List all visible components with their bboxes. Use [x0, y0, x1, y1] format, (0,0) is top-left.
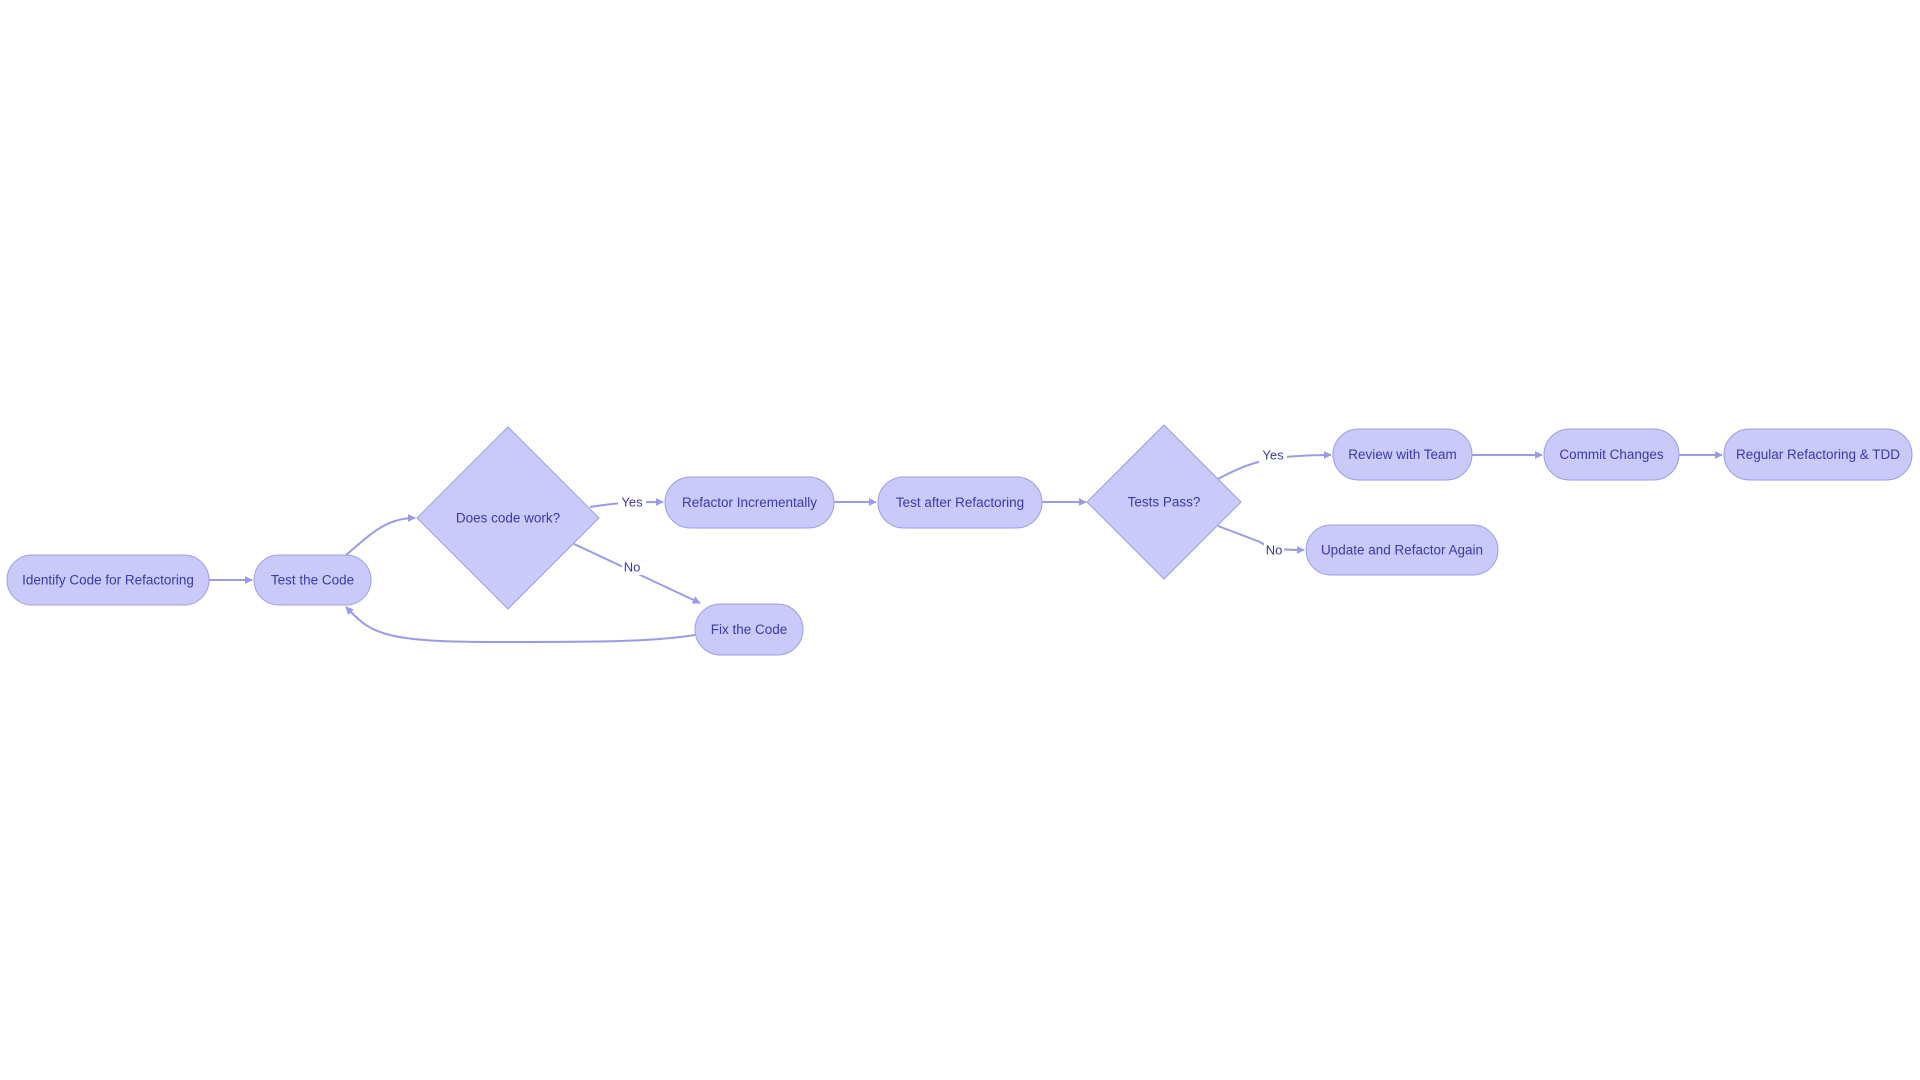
node-testafter[interactable]: Test after Refactoring [877, 476, 1043, 529]
flowchart-canvas: Identify Code for Refactoring Test the Co… [6, 424, 1913, 656]
node-pass[interactable]: Tests Pass? [1086, 424, 1242, 580]
edge-pass-to-update [1217, 525, 1305, 554]
edge-label-no: No [1266, 543, 1283, 558]
node-label: Refactor Incrementally [682, 495, 817, 510]
node-label: Review with Team [1348, 447, 1457, 462]
node-works[interactable]: Does code work? [416, 426, 600, 610]
edge-label-yes: Yes [1262, 448, 1284, 463]
nodes-layer: Identify Code for Refactoring Test the Co… [6, 424, 1913, 656]
node-fix[interactable]: Fix the Code [694, 603, 804, 656]
node-regular[interactable]: Regular Refactoring & TDD [1723, 428, 1913, 481]
node-refactor[interactable]: Refactor Incrementally [664, 476, 835, 529]
edge-label-no: No [624, 560, 641, 575]
node-label: Test after Refactoring [896, 495, 1024, 510]
node-review[interactable]: Review with Team [1332, 428, 1473, 481]
node-identify[interactable]: Identify Code for Refactoring [6, 554, 210, 606]
node-update[interactable]: Update and Refactor Again [1305, 524, 1499, 576]
node-label: Does code work? [456, 511, 560, 526]
node-commit[interactable]: Commit Changes [1543, 428, 1680, 481]
edge-test-to-works [345, 514, 416, 556]
edge-fix-to-test [345, 606, 696, 644]
node-test[interactable]: Test the Code [253, 554, 372, 606]
node-label: Test the Code [271, 573, 354, 588]
edge-label-yes: Yes [621, 495, 643, 510]
node-label: Fix the Code [711, 622, 788, 637]
node-label: Identify Code for Refactoring [22, 573, 194, 588]
node-label: Update and Refactor Again [1321, 543, 1483, 558]
node-label: Commit Changes [1559, 447, 1664, 462]
node-label: Regular Refactoring & TDD [1736, 447, 1900, 462]
node-label: Tests Pass? [1128, 495, 1201, 510]
